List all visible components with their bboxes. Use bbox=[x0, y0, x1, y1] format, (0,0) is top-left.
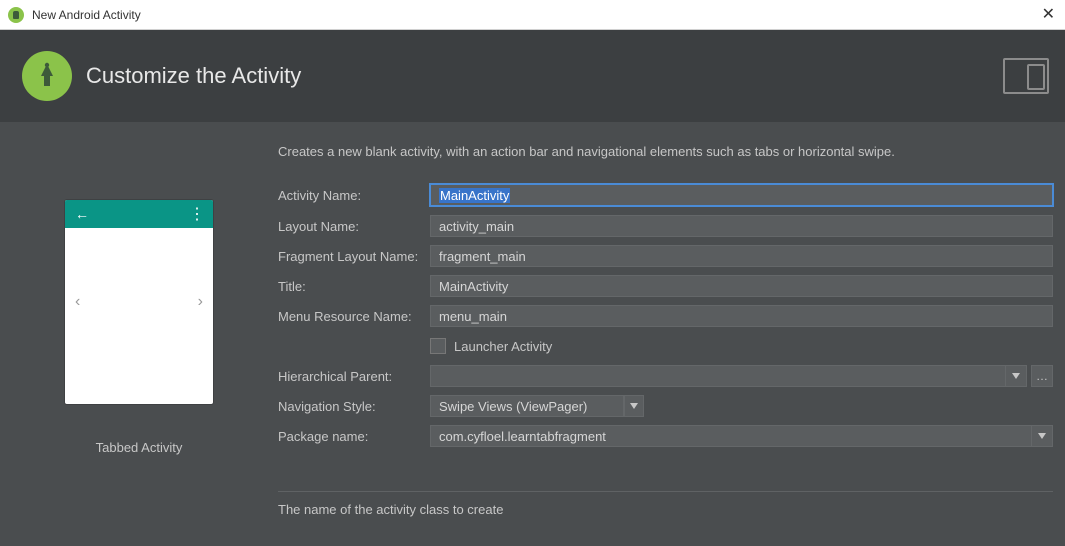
fragment-layout-name-input[interactable] bbox=[430, 245, 1053, 267]
app-icon bbox=[8, 7, 24, 23]
wizard-description: Creates a new blank activity, with an ac… bbox=[278, 144, 1053, 159]
chevron-right-icon: › bbox=[198, 293, 203, 311]
package-name-dropdown-button[interactable] bbox=[1031, 425, 1053, 447]
chevron-left-icon: ‹ bbox=[75, 293, 80, 311]
navigation-style-dropdown-button[interactable] bbox=[624, 395, 644, 417]
launcher-activity-checkbox[interactable] bbox=[430, 338, 446, 354]
overflow-menu-icon: ⋮ bbox=[189, 204, 203, 224]
preview-appbar: ← ⋮ bbox=[65, 200, 213, 228]
package-name-input[interactable] bbox=[430, 425, 1031, 447]
menu-resource-name-label: Menu Resource Name: bbox=[278, 309, 430, 324]
title-input[interactable] bbox=[430, 275, 1053, 297]
wizard-title: Customize the Activity bbox=[86, 63, 301, 89]
package-name-label: Package name: bbox=[278, 429, 430, 444]
activity-name-input[interactable]: MainActivity bbox=[430, 184, 1053, 206]
device-preview-icon bbox=[1003, 58, 1049, 94]
preview-swipe-arrows: ‹ › bbox=[65, 293, 213, 311]
fragment-layout-name-label: Fragment Layout Name: bbox=[278, 249, 430, 264]
launcher-activity-label: Launcher Activity bbox=[454, 339, 552, 354]
hint-text: The name of the activity class to create bbox=[278, 502, 1053, 517]
back-arrow-icon: ← bbox=[75, 206, 89, 222]
activity-preview: ← ⋮ ‹ › bbox=[65, 200, 213, 404]
android-studio-icon bbox=[22, 51, 72, 101]
layout-name-input[interactable] bbox=[430, 215, 1053, 237]
hierarchical-parent-input[interactable] bbox=[430, 365, 1005, 387]
navigation-style-select[interactable] bbox=[430, 395, 624, 417]
window-titlebar: New Android Activity ✕ bbox=[0, 0, 1065, 30]
activity-name-label: Activity Name: bbox=[278, 188, 430, 203]
title-label: Title: bbox=[278, 279, 430, 294]
preview-panel: ← ⋮ ‹ › Tabbed Activity bbox=[0, 122, 278, 546]
hierarchical-parent-dropdown-button[interactable] bbox=[1005, 365, 1027, 387]
layout-name-label: Layout Name: bbox=[278, 219, 430, 234]
preview-caption: Tabbed Activity bbox=[96, 440, 183, 455]
menu-resource-name-input[interactable] bbox=[430, 305, 1053, 327]
close-icon[interactable]: ✕ bbox=[1042, 4, 1055, 24]
hierarchical-parent-label: Hierarchical Parent: bbox=[278, 369, 430, 384]
navigation-style-label: Navigation Style: bbox=[278, 399, 430, 414]
window-title: New Android Activity bbox=[32, 8, 141, 22]
wizard-header: Customize the Activity bbox=[0, 30, 1065, 122]
form-panel: Creates a new blank activity, with an ac… bbox=[278, 122, 1065, 546]
hierarchical-parent-browse-button[interactable]: … bbox=[1031, 365, 1053, 387]
wizard-body: ← ⋮ ‹ › Tabbed Activity Creates a new bl… bbox=[0, 122, 1065, 546]
hint-separator bbox=[278, 491, 1053, 492]
